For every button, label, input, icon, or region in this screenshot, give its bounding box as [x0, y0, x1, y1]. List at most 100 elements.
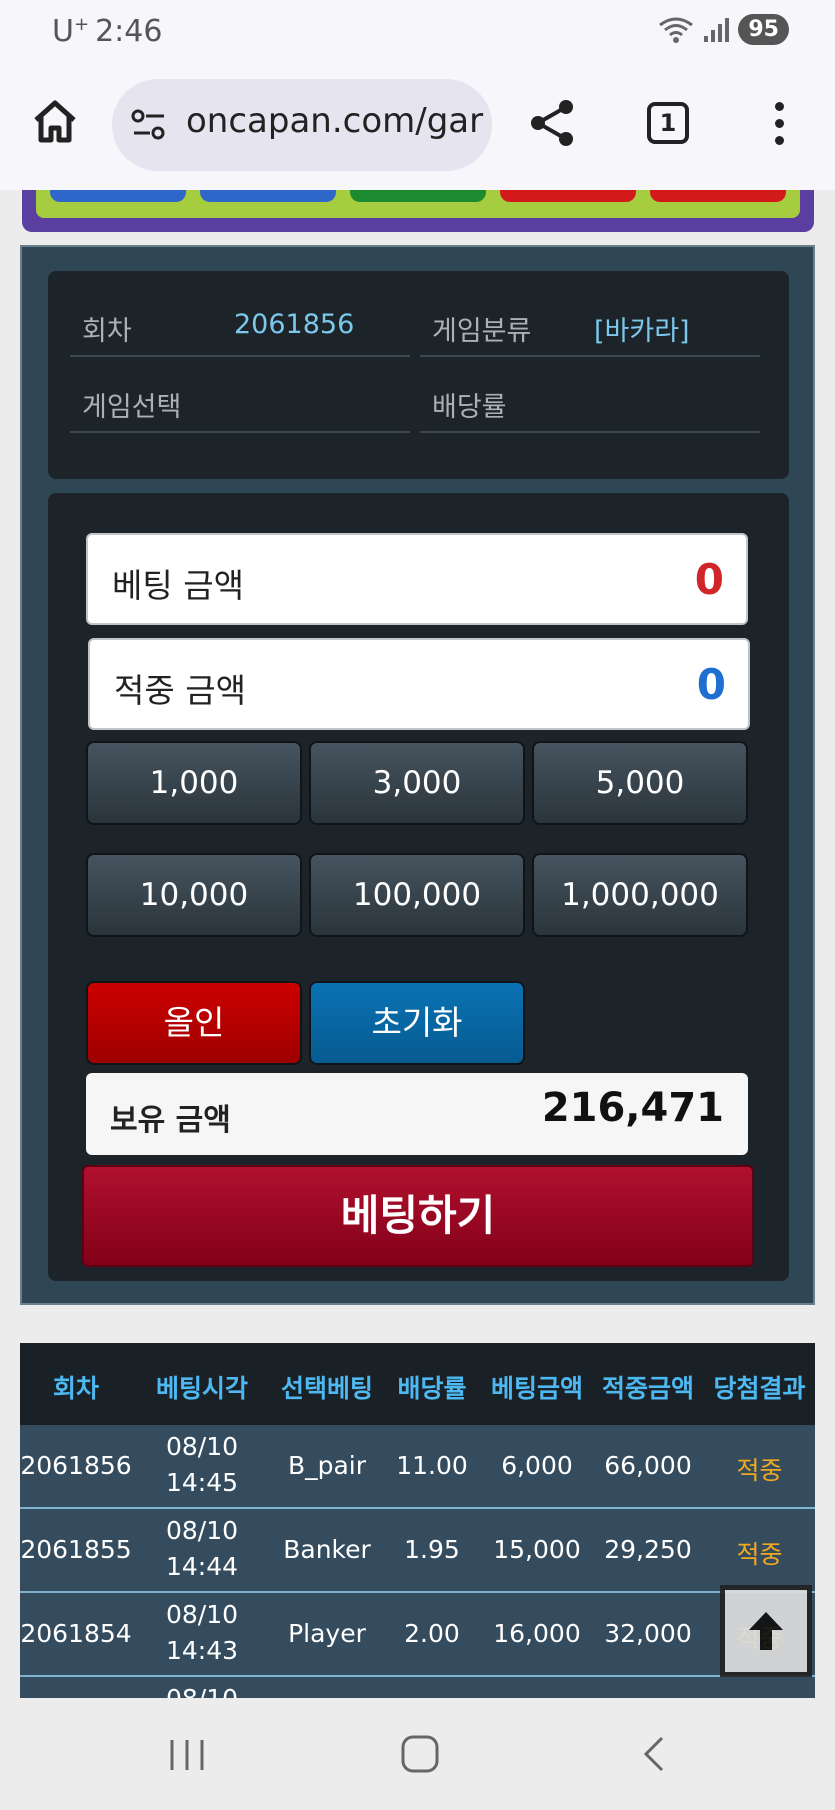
table-row: 2061856 08/10 14:45 B_pair 11.00 6,000 6… — [20, 1425, 815, 1509]
balance-label: 보유 금액 — [110, 1103, 231, 1138]
round-label: 회차 — [82, 316, 132, 347]
cell-bet-time: 08/10 14:45 — [132, 1429, 272, 1501]
header-bet-time: 베팅시각 — [155, 1374, 248, 1403]
arrow-up-icon — [749, 1612, 783, 1650]
game-option-button[interactable] — [500, 190, 636, 202]
header-win-amount: 적중금액 — [601, 1374, 694, 1403]
cell-time: 14:43 — [165, 1636, 239, 1665]
header-choice: 선택베팅 — [280, 1374, 373, 1403]
cell-odds: 11.00 — [396, 1451, 468, 1480]
chip-10000-button[interactable]: 10,000 — [86, 853, 302, 937]
more-options-icon[interactable] — [772, 102, 786, 146]
bet-form: 베팅 금액 0 적중 금액 0 1,000 3,000 5,000 10,000… — [48, 493, 789, 1281]
game-option-button[interactable] — [650, 190, 786, 202]
cell-bet-time: 08/10 — [132, 1681, 272, 1698]
table-row: 08/10 — [20, 1677, 815, 1698]
game-option-button[interactable] — [350, 190, 486, 202]
cell-win-amount: 29,250 — [604, 1535, 692, 1564]
cell-round: 2061855 — [20, 1535, 132, 1564]
chip-100000-button[interactable]: 100,000 — [309, 853, 525, 937]
carrier-plus: + — [73, 14, 90, 35]
game-selector-inner — [36, 190, 800, 218]
cell-time: 14:44 — [165, 1552, 239, 1581]
chip-1000-button[interactable]: 1,000 — [86, 741, 302, 825]
betting-panel: 회차 2061856 게임분류 [바카라] 게임선택 배당률 베팅 금액 0 적… — [20, 245, 815, 1305]
cell-date: 08/10 — [165, 1432, 239, 1461]
game-option-button[interactable] — [50, 190, 186, 202]
odds-label: 배당률 — [432, 392, 507, 423]
header-bet-amount: 베팅금액 — [490, 1374, 583, 1403]
win-amount-label: 적중 금액 — [114, 671, 246, 710]
cell-bet-amount: 15,000 — [493, 1535, 581, 1564]
cell-bet-time: 08/10 14:44 — [132, 1513, 272, 1585]
chip-1000000-button[interactable]: 1,000,000 — [532, 853, 748, 937]
table-header: 회차 베팅시각 선택베팅 배당률 베팅금액 적중금액 당첨결과 — [20, 1343, 815, 1425]
cell-odds: 1.95 — [404, 1535, 460, 1564]
game-select-cell: 게임선택 — [70, 367, 410, 433]
win-amount-field: 적중 금액 0 — [88, 638, 750, 730]
status-bar: U+ 2:46 95 — [0, 0, 835, 64]
category-value: [바카라] — [594, 316, 690, 347]
carrier: U+ 2:46 — [52, 14, 162, 49]
address-bar[interactable]: oncapan.com/gar — [112, 79, 492, 171]
balance-field: 보유 금액 216,471 — [86, 1073, 748, 1155]
carrier-name: U — [52, 14, 74, 49]
cell-round: 2061856 — [20, 1451, 132, 1480]
cell-choice: Banker — [283, 1535, 371, 1564]
cell-date: 08/10 — [132, 1681, 272, 1698]
cell-choice: B_pair — [287, 1451, 367, 1480]
recent-apps-icon[interactable] — [168, 1736, 206, 1774]
status-icons: 95 — [658, 14, 789, 45]
header-odds: 배당률 — [397, 1374, 467, 1403]
cell-result: 적중 — [736, 1540, 783, 1569]
round-info-box: 회차 2061856 게임분류 [바카라] 게임선택 배당률 — [48, 271, 789, 479]
cell-choice: Player — [288, 1619, 366, 1648]
cell-bet-time: 08/10 14:43 — [132, 1597, 272, 1669]
share-icon[interactable] — [528, 98, 576, 148]
bet-amount-label: 베팅 금액 — [112, 566, 244, 605]
round-value: 2061856 — [234, 309, 355, 340]
all-in-button[interactable]: 올인 — [86, 981, 302, 1065]
table-row: 2061855 08/10 14:44 Banker 1.95 15,000 2… — [20, 1509, 815, 1593]
system-nav-bar — [0, 1698, 835, 1810]
chip-3000-button[interactable]: 3,000 — [309, 741, 525, 825]
cell-win-amount: 66,000 — [604, 1451, 692, 1480]
game-select-label: 게임선택 — [82, 392, 182, 423]
site-settings-icon[interactable] — [130, 107, 168, 143]
bet-amount-value: 0 — [694, 555, 724, 604]
table-row: 2061854 08/10 14:43 Player 2.00 16,000 3… — [20, 1593, 815, 1677]
category-cell: 게임분류 [바카라] — [420, 291, 760, 357]
cell-round: 2061854 — [20, 1619, 132, 1648]
back-icon[interactable] — [640, 1734, 670, 1774]
browser-toolbar: oncapan.com/gar 1 — [0, 64, 835, 190]
round-cell: 회차 2061856 — [70, 291, 410, 357]
bet-history-table: 회차 베팅시각 선택베팅 배당률 베팅금액 적중금액 당첨결과 2061856 … — [20, 1343, 815, 1698]
battery-indicator: 95 — [738, 14, 789, 45]
place-bet-button[interactable]: 베팅하기 — [82, 1165, 754, 1267]
home-icon[interactable] — [30, 96, 80, 146]
header-round: 회차 — [52, 1374, 99, 1403]
category-label: 게임분류 — [432, 316, 532, 347]
signal-icon — [704, 17, 730, 42]
cell-odds: 2.00 — [404, 1619, 460, 1648]
win-amount-value: 0 — [696, 660, 726, 709]
cell-bet-amount: 16,000 — [493, 1619, 581, 1648]
home-nav-icon[interactable] — [400, 1734, 440, 1774]
cell-time: 14:45 — [165, 1468, 239, 1497]
game-option-button[interactable] — [200, 190, 336, 202]
url-text: oncapan.com/gar — [186, 101, 484, 141]
cell-date: 08/10 — [165, 1600, 239, 1629]
balance-value: 216,471 — [541, 1085, 724, 1131]
bet-amount-field[interactable]: 베팅 금액 0 — [86, 533, 748, 625]
odds-cell: 배당률 — [420, 367, 760, 433]
header-result: 당첨결과 — [713, 1374, 806, 1403]
cell-result: 적중 — [736, 1456, 783, 1485]
clock: 2:46 — [95, 14, 163, 49]
chip-5000-button[interactable]: 5,000 — [532, 741, 748, 825]
scroll-to-top-button[interactable] — [720, 1585, 812, 1677]
reset-button[interactable]: 초기화 — [309, 981, 525, 1065]
game-selector-strip — [22, 190, 814, 232]
wifi-icon — [659, 17, 694, 43]
tab-switcher-button[interactable]: 1 — [647, 102, 689, 144]
cell-win-amount: 32,000 — [604, 1619, 692, 1648]
